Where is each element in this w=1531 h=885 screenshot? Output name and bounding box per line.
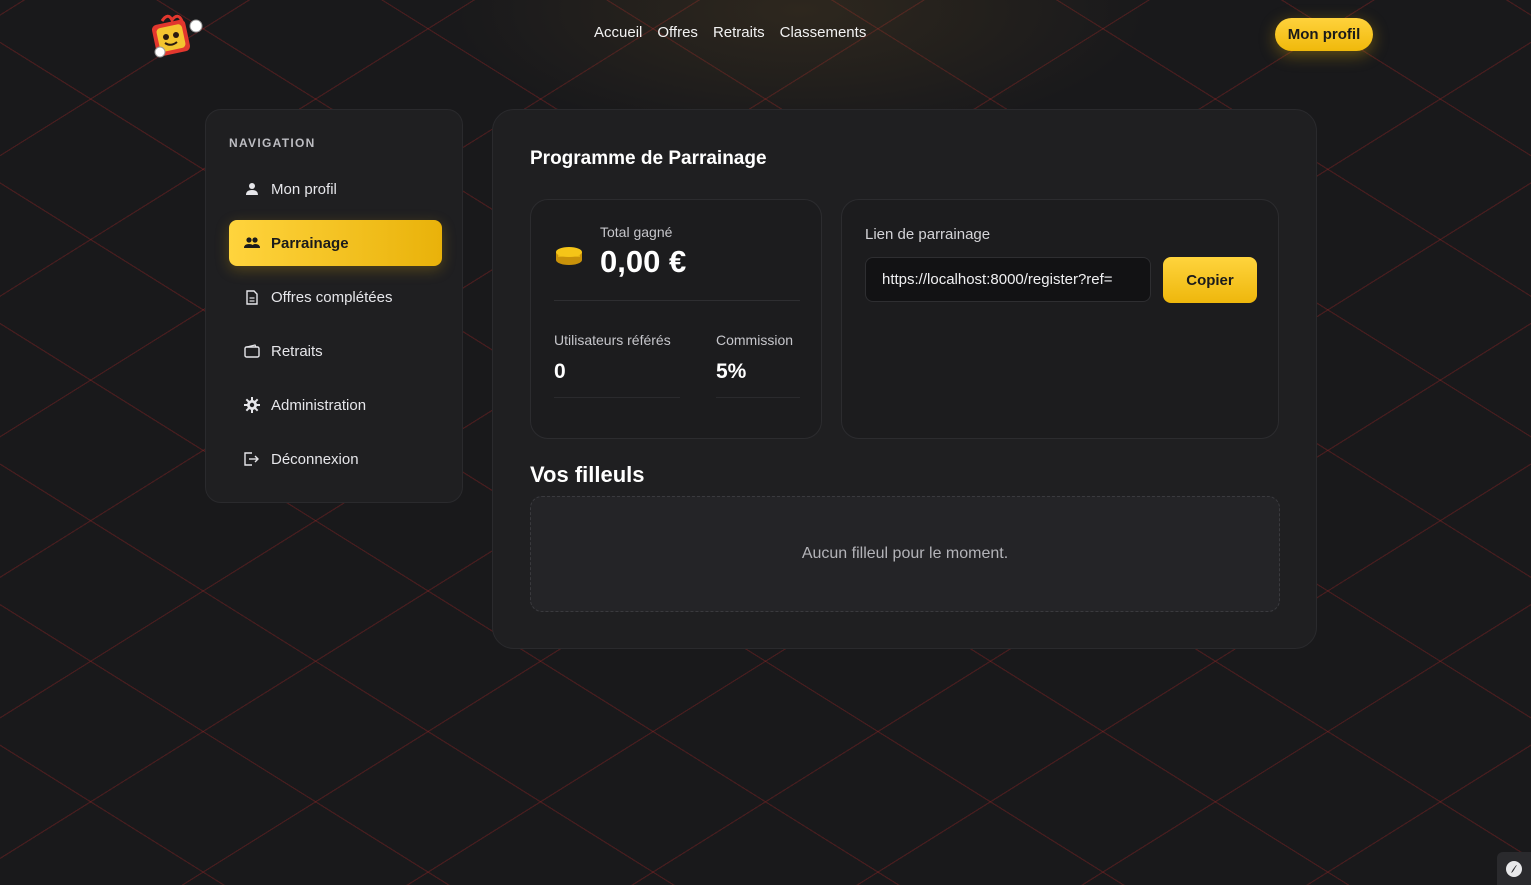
sidebar-item-offres-completees[interactable]: Offres complétées [229, 274, 442, 320]
referral-link-input[interactable] [865, 257, 1151, 302]
page-title: Programme de Parrainage [530, 148, 767, 169]
sidebar-item-parrainage[interactable]: Parrainage [229, 220, 442, 266]
sidebar-item-label: Déconnexion [271, 450, 359, 468]
top-navigation: Accueil Offres Retraits Classements [594, 24, 866, 41]
referral-link-label: Lien de parrainage [865, 226, 991, 243]
total-earned-label: Total gagné [600, 224, 673, 240]
gift-mascot-logo[interactable] [148, 12, 204, 58]
sidebar-item-label: Retraits [271, 342, 323, 360]
logout-icon [244, 451, 260, 467]
filleuls-empty-state: Aucun filleul pour le moment. [530, 496, 1280, 612]
divider [554, 300, 800, 301]
nav-link-retraits[interactable]: Retraits [713, 24, 765, 41]
nav-link-accueil[interactable]: Accueil [594, 24, 642, 41]
sidebar-item-administration[interactable]: Administration [229, 382, 442, 428]
user-icon [244, 181, 260, 197]
users-icon [244, 235, 260, 251]
nav-link-offres[interactable]: Offres [657, 24, 698, 41]
empty-message: Aucun filleul pour le moment. [801, 545, 1009, 562]
commission-label: Commission [716, 332, 794, 348]
profile-button[interactable]: Mon profil [1275, 18, 1373, 51]
commission-value: 5% [716, 360, 747, 383]
referred-users-value: 0 [554, 360, 566, 383]
divider [554, 397, 680, 398]
referred-users-label: Utilisateurs référés [554, 332, 671, 348]
sidebar-item-label: Administration [271, 396, 367, 414]
referral-link-card: Lien de parrainage Copier [841, 199, 1279, 439]
document-icon [244, 289, 260, 305]
total-earned-value: 0,00 € [600, 244, 687, 279]
nav-link-classements[interactable]: Classements [780, 24, 867, 41]
sidebar: NAVIGATION Mon profil Parrainage Offres … [205, 109, 463, 503]
copy-button[interactable]: Copier [1163, 257, 1257, 303]
wallet-icon [244, 343, 260, 359]
stats-card: Total gagné 0,00 € Utilisateurs référés … [530, 199, 822, 439]
sidebar-item-label: Parrainage [271, 234, 349, 252]
sidebar-item-deconnexion[interactable]: Déconnexion [229, 436, 442, 482]
coins-icon [554, 243, 584, 267]
referral-panel: Programme de Parrainage Total gagné 0,00… [492, 109, 1317, 649]
divider [716, 397, 800, 398]
gear-icon [244, 397, 260, 413]
sidebar-item-retraits[interactable]: Retraits [229, 328, 442, 374]
sidebar-item-mon-profil[interactable]: Mon profil [229, 166, 442, 212]
sidebar-item-label: Mon profil [271, 180, 337, 198]
sidebar-title: NAVIGATION [229, 136, 316, 150]
sidebar-item-label: Offres complétées [271, 288, 393, 306]
debug-toolbar-icon[interactable] [1497, 852, 1531, 885]
filleuls-title: Vos filleuls [530, 462, 645, 487]
